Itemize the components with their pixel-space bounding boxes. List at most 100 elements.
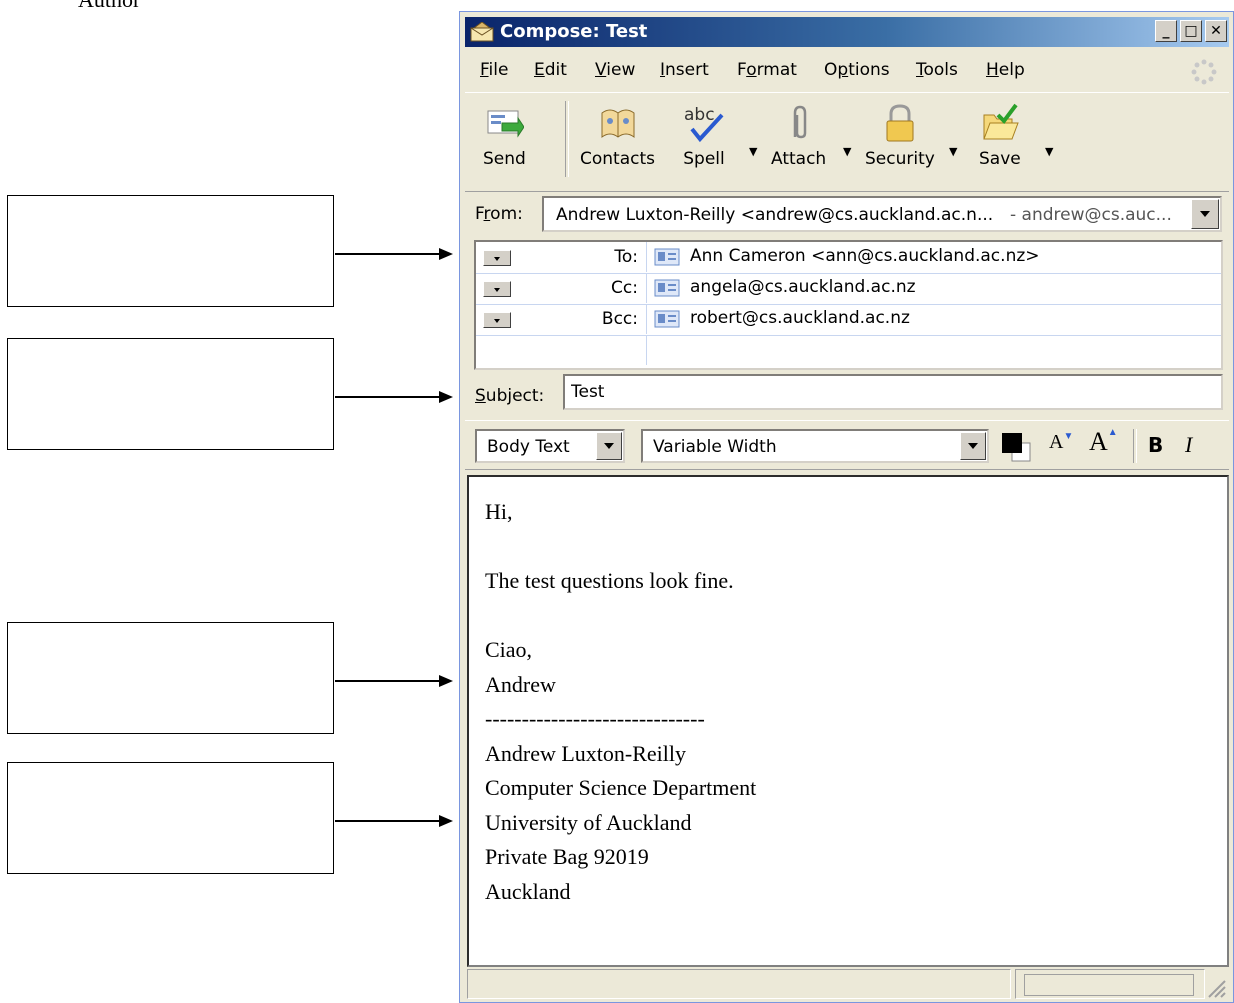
main-toolbar: Send Contacts abc Spell ▼ Attach ▼ Secur… xyxy=(465,92,1229,192)
menu-options[interactable]: Options xyxy=(824,60,890,80)
body-line: University of Auckland xyxy=(485,809,692,835)
svg-text:abc: abc xyxy=(684,105,715,125)
chevron-down-icon xyxy=(604,443,614,449)
menu-format[interactable]: Format xyxy=(737,60,797,80)
spell-label: Spell xyxy=(683,149,725,169)
from-dropdown-button[interactable] xyxy=(1191,199,1219,229)
recipient-type-label: To: xyxy=(614,247,638,267)
from-account-select[interactable]: Andrew Luxton-Reilly <andrew@cs.auckland… xyxy=(542,196,1222,232)
recipient-row-empty[interactable] xyxy=(476,335,1221,366)
arrow-to-subject xyxy=(335,391,453,403)
security-button[interactable]: Security xyxy=(865,103,935,169)
compose-envelope-icon xyxy=(470,22,494,42)
menu-insert[interactable]: Insert xyxy=(660,60,709,80)
address-card-icon xyxy=(654,248,680,266)
subject-label: Subject: xyxy=(475,386,545,406)
message-body-editor[interactable]: Hi, The test questions look fine. Ciao, … xyxy=(467,475,1229,967)
recipient-type-dropdown[interactable] xyxy=(483,312,511,328)
status-text-panel xyxy=(467,969,1011,999)
from-account-name: - andrew@cs.auc... xyxy=(1010,205,1172,225)
recipient-address[interactable]: angela@cs.auckland.ac.nz xyxy=(690,277,916,297)
body-line: ------------------------------ xyxy=(485,706,705,731)
bold-button[interactable]: B xyxy=(1148,433,1163,457)
recipient-type-label: Cc: xyxy=(611,278,638,298)
recipient-type-dropdown[interactable] xyxy=(483,250,511,266)
recipient-type-label: Bcc: xyxy=(601,309,638,329)
window-title: Compose: Test xyxy=(500,21,648,42)
resize-grip-icon[interactable] xyxy=(1205,977,1227,999)
body-line: Computer Science Department xyxy=(485,775,757,800)
attach-dropdown-arrow[interactable]: ▼ xyxy=(843,145,851,158)
from-row: From: Andrew Luxton-Reilly <andrew@cs.au… xyxy=(465,196,1229,240)
label-box-recipients xyxy=(7,195,334,307)
security-dropdown-arrow[interactable]: ▼ xyxy=(949,145,957,158)
spellcheck-icon: abc xyxy=(684,105,724,143)
recipient-type-select[interactable]: Cc: xyxy=(476,273,647,303)
text-color-icon[interactable] xyxy=(1000,431,1036,463)
recipients-list: To: Ann Cameron <ann@cs.auckland.ac.nz> … xyxy=(474,240,1223,370)
increase-font-size-button[interactable]: A▲ xyxy=(1089,427,1118,457)
paperclip-icon xyxy=(793,105,806,139)
body-line xyxy=(485,530,756,565)
recipient-address[interactable]: Ann Cameron <ann@cs.auckland.ac.nz> xyxy=(690,246,1040,266)
arrow-to-closing xyxy=(335,675,453,687)
minimize-button[interactable]: _ xyxy=(1155,20,1177,42)
menu-tools[interactable]: Tools xyxy=(916,60,958,80)
save-button[interactable]: Save xyxy=(979,103,1021,169)
chevron-down-icon xyxy=(494,288,500,292)
menu-help[interactable]: Help xyxy=(986,60,1025,80)
recipient-type-select[interactable]: To: xyxy=(476,242,647,272)
paragraph-style-value: Body Text xyxy=(487,437,570,457)
italic-button[interactable]: I xyxy=(1185,432,1192,458)
security-label: Security xyxy=(865,149,935,169)
menu-view[interactable]: View xyxy=(595,60,635,80)
label-box-subject xyxy=(7,338,334,450)
send-icon xyxy=(487,110,525,138)
label-box-closing xyxy=(7,622,334,734)
contacts-button[interactable]: Contacts xyxy=(580,103,655,169)
recipient-type-empty[interactable] xyxy=(476,335,647,365)
body-line xyxy=(485,599,756,634)
close-button[interactable]: ✕ xyxy=(1205,20,1227,42)
recipient-row[interactable]: Cc: angela@cs.auckland.ac.nz xyxy=(476,273,1221,305)
from-label: From: xyxy=(475,204,523,224)
decrease-font-size-button[interactable]: A▼ xyxy=(1049,431,1073,454)
attach-button[interactable]: Attach xyxy=(771,103,826,169)
toolbar-separator xyxy=(565,101,569,177)
send-button[interactable]: Send xyxy=(483,103,526,169)
from-identity: Andrew Luxton-Reilly <andrew@cs.auckland… xyxy=(556,205,994,225)
recipient-type-select[interactable]: Bcc: xyxy=(476,304,647,334)
menu-edit[interactable]: Edit xyxy=(534,60,567,80)
body-line: Private Bag 92019 xyxy=(485,844,649,869)
menu-bar: File Edit View Insert Format Options Too… xyxy=(466,56,1229,86)
status-progress-panel xyxy=(1015,969,1205,999)
chevron-down-icon xyxy=(494,319,500,323)
message-body: Hi, The test questions look fine. Ciao, … xyxy=(485,495,756,909)
save-label: Save xyxy=(979,149,1021,169)
subject-input[interactable] xyxy=(563,374,1223,410)
paragraph-style-dropdown[interactable] xyxy=(596,432,622,460)
paragraph-style-select[interactable]: Body Text xyxy=(475,429,625,463)
contacts-label: Contacts xyxy=(580,149,655,169)
recipient-address[interactable]: robert@cs.auckland.ac.nz xyxy=(690,308,910,328)
title-bar[interactable]: Compose: Test _ □ ✕ xyxy=(465,17,1229,47)
recipient-type-dropdown[interactable] xyxy=(483,281,511,297)
recipient-row[interactable]: Bcc: robert@cs.auckland.ac.nz xyxy=(476,304,1221,336)
address-card-icon xyxy=(654,310,680,328)
spell-dropdown-arrow[interactable]: ▼ xyxy=(749,145,757,158)
status-bar xyxy=(465,969,1229,1001)
body-line: The test questions look fine. xyxy=(485,568,734,593)
menu-file[interactable]: File xyxy=(480,60,508,80)
save-dropdown-arrow[interactable]: ▼ xyxy=(1045,145,1053,158)
font-dropdown[interactable] xyxy=(960,432,986,460)
send-label: Send xyxy=(483,149,526,169)
recipient-row[interactable]: To: Ann Cameron <ann@cs.auckland.ac.nz> xyxy=(476,242,1221,274)
font-select[interactable]: Variable Width xyxy=(641,429,989,463)
format-separator xyxy=(1133,429,1137,463)
maximize-button[interactable]: □ xyxy=(1180,20,1202,42)
spell-button[interactable]: abc Spell xyxy=(682,103,726,169)
font-value: Variable Width xyxy=(653,437,777,457)
body-line: Ciao, xyxy=(485,637,533,662)
arrow-to-signature xyxy=(335,815,453,827)
contacts-book-icon xyxy=(601,109,634,138)
